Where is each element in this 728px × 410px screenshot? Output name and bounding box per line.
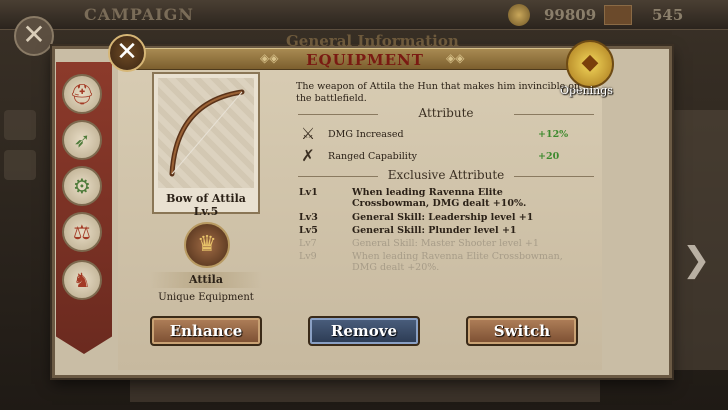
gold-coin-icon (508, 4, 530, 26)
bow-category-icon[interactable]: ➶ (62, 120, 102, 160)
ornament-icon: ◈◈ (446, 51, 465, 65)
exclusive-level: Lv9 (299, 251, 317, 262)
hero-portrait-avatar[interactable]: ♛ (184, 222, 230, 268)
scales-category-icon[interactable]: ⚖ (62, 212, 102, 252)
item-name: Bow of Attila Lv.5 (166, 192, 246, 218)
gold-amount: 99809 (544, 6, 597, 24)
close-button[interactable]: ✕ (108, 34, 146, 72)
armor-category-icon[interactable]: ⛑ (62, 74, 102, 114)
remove-button[interactable]: Remove (308, 316, 420, 346)
hero-name: Attila (189, 273, 223, 286)
item-card: Bow of Attila Lv.5 (152, 72, 260, 218)
horse-category-icon[interactable]: ♞ (62, 260, 102, 300)
enhance-button[interactable]: Enhance (150, 316, 262, 346)
exclusive-text: General Skill: Master Shooter level +1 (352, 238, 539, 249)
item-description: The weapon of Attila the Hun that makes … (296, 81, 581, 104)
exclusive-attribute-header: Exclusive Attribute (298, 168, 594, 182)
exclusive-level: Lv3 (299, 212, 318, 223)
exclusive-text: General Skill: Plunder level +1 (352, 225, 517, 236)
unique-equipment-label: Unique Equipment (158, 292, 254, 303)
campaign-label[interactable]: CAMPAIGN (84, 5, 194, 24)
exclusive-text: When leading Ravenna Elite Crossbowman, … (352, 251, 563, 273)
gem-amount: 545 (652, 6, 684, 24)
exclusive-text: When leading Ravenna Elite Crossbowman, … (352, 187, 527, 209)
background-close-button[interactable]: ✕ (14, 16, 54, 56)
dialog-title: EQUIPMENT (306, 51, 424, 69)
switch-button[interactable]: Switch (466, 316, 578, 346)
attribute-name: Ranged Capability (328, 151, 418, 162)
exclusive-text: General Skill: Leadership level +1 (352, 212, 534, 223)
chest-icon[interactable] (604, 5, 632, 25)
attribute-header: Attribute (298, 106, 594, 120)
background-side-item (4, 110, 36, 140)
exclusive-level: Lv1 (299, 187, 318, 198)
sword-icon: ⚔ (300, 124, 316, 143)
top-resource-bar: CAMPAIGN 99809 545 (0, 0, 728, 30)
attribute-value: +20 (538, 151, 560, 162)
bow-icon (169, 89, 245, 177)
siege-category-icon[interactable]: ⚙ (62, 166, 102, 206)
dialog-title-bar: ◈◈ EQUIPMENT ◈◈ (136, 48, 594, 70)
background-side-item (4, 150, 36, 180)
exclusive-level: Lv7 (299, 238, 317, 249)
attribute-name: DMG Increased (328, 129, 404, 140)
next-arrow-icon[interactable]: ❯ (682, 240, 711, 280)
attribute-value: +12% (538, 129, 569, 140)
crossbow-icon: ✗ (301, 146, 315, 165)
exclusive-level: Lv5 (299, 225, 318, 236)
bow-artwork (158, 78, 254, 188)
